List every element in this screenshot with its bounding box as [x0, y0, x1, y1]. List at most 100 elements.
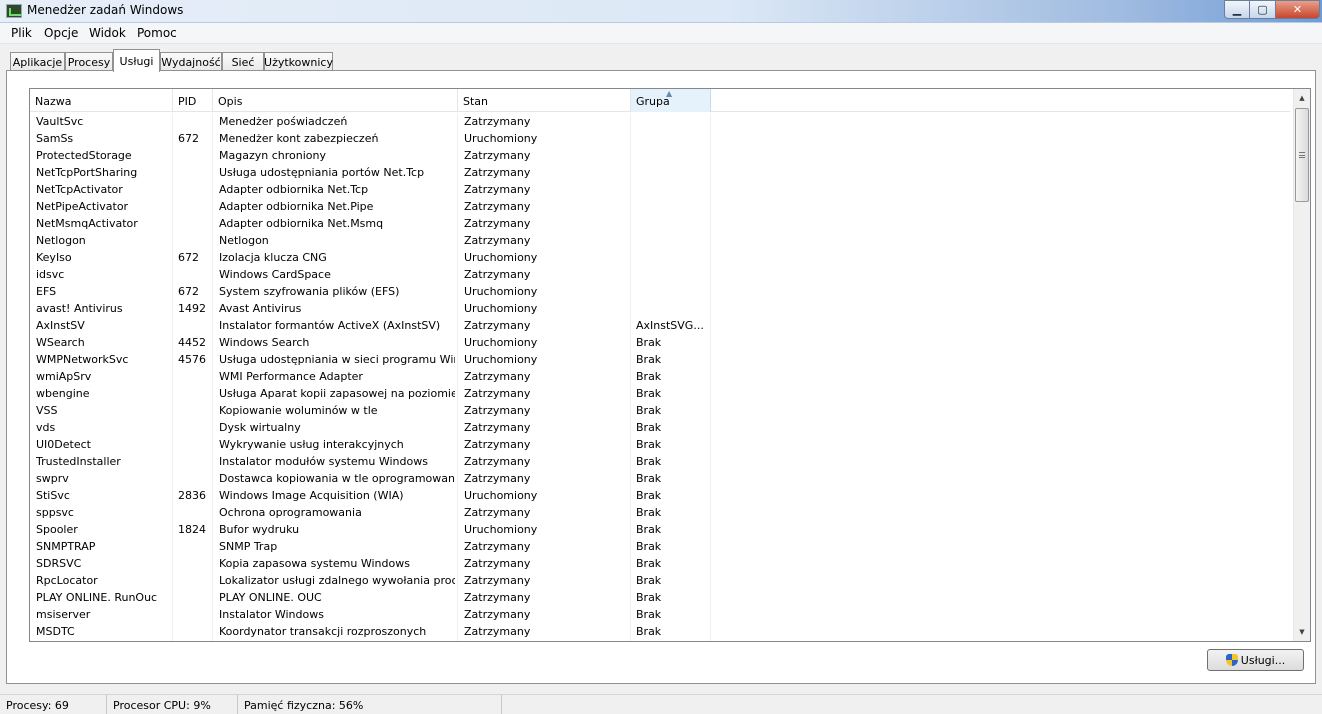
- services-list[interactable]: Nazwa PID Opis Stan ▲ Grupa VaultSvc Mene…: [29, 88, 1311, 642]
- table-row[interactable]: NetTcpActivator Adapter odbiornika Net.Tc…: [30, 181, 1290, 198]
- table-row[interactable]: VaultSvc Menedżer poświadczeń Zatrzymany: [30, 113, 1290, 130]
- cell-opis: Izolacja klucza CNG: [219, 251, 327, 264]
- cell-nazwa: SamSs: [36, 132, 74, 145]
- cell-stan: Zatrzymany: [464, 506, 531, 519]
- table-row[interactable]: AxInstSV Instalator formantów ActiveX (Ax…: [30, 317, 1290, 334]
- table-row[interactable]: PLAY ONLINE. RunOuc PLAY ONLINE. OUC Zatrz…: [30, 589, 1290, 606]
- table-row[interactable]: msiserver Instalator Windows Zatrzymany Bra…: [30, 606, 1290, 623]
- cell-opis: Usługa Aparat kopii zapasowej na poziomi…: [219, 387, 455, 400]
- table-row[interactable]: TrustedInstaller Instalator modułów syste…: [30, 453, 1290, 470]
- cell-nazwa: KeyIso: [36, 251, 72, 264]
- table-row[interactable]: KeyIso 672 Izolacja klucza CNG Uruchomiony: [30, 249, 1290, 266]
- status-cpu: Procesor CPU: 9%: [107, 695, 238, 714]
- table-row[interactable]: sppsvc Ochrona oprogramowania Zatrzymany Br…: [30, 504, 1290, 521]
- table-row[interactable]: VSS Kopiowanie woluminów w tle Zatrzymany B…: [30, 402, 1290, 419]
- cell-nazwa: wbengine: [36, 387, 90, 400]
- tab-uslugi[interactable]: Usługi: [113, 49, 160, 72]
- table-row[interactable]: SNMPTRAP SNMP Trap Zatrzymany Brak: [30, 538, 1290, 555]
- cell-stan: Zatrzymany: [464, 319, 531, 332]
- cell-opis: Bufor wydruku: [219, 523, 300, 536]
- maximize-button[interactable]: ▢: [1250, 0, 1276, 19]
- cell-grupa: Brak: [636, 421, 662, 434]
- menu-widok[interactable]: Widok: [89, 26, 126, 40]
- cell-stan: Zatrzymany: [464, 149, 531, 162]
- scroll-up-icon[interactable]: ▲: [1294, 90, 1310, 106]
- cell-nazwa: EFS: [36, 285, 57, 298]
- menu-opcje[interactable]: Opcje: [44, 26, 78, 40]
- column-header-stan[interactable]: Stan: [458, 89, 631, 112]
- sort-ascending-icon: ▲: [666, 89, 673, 98]
- cell-opis: Windows CardSpace: [219, 268, 331, 281]
- table-row[interactable]: WSearch 4452 Windows Search Uruchomiony Brak: [30, 334, 1290, 351]
- table-row[interactable]: WMPNetworkSvc 4576 Usługa udostępniania w …: [30, 351, 1290, 368]
- column-header-nazwa[interactable]: Nazwa: [30, 89, 173, 112]
- cell-pid: 672: [178, 285, 199, 298]
- cell-stan: Zatrzymany: [464, 200, 531, 213]
- services-button[interactable]: Usługi...: [1207, 649, 1304, 671]
- table-row[interactable]: ProtectedStorage Magazyn chroniony Zatrzym…: [30, 147, 1290, 164]
- cell-grupa: Brak: [636, 455, 662, 468]
- column-header-opis[interactable]: Opis: [213, 89, 458, 112]
- vertical-scrollbar[interactable]: ▲ ▼: [1293, 89, 1310, 641]
- cell-opis: Menedżer poświadczeń: [219, 115, 348, 128]
- task-manager-icon: [6, 4, 22, 18]
- tab-siec[interactable]: Sieć: [222, 52, 264, 71]
- status-memory: Pamięć fizyczna: 56%: [238, 695, 502, 714]
- table-row[interactable]: NetPipeActivator Adapter odbiornika Net.P…: [30, 198, 1290, 215]
- table-row[interactable]: MSDTC Koordynator transakcji rozproszonyc…: [30, 623, 1290, 640]
- table-row[interactable]: Netlogon Netlogon Zatrzymany: [30, 232, 1290, 249]
- cell-pid: 1492: [178, 302, 206, 315]
- table-row[interactable]: NetTcpPortSharing Usługa udostępniania po…: [30, 164, 1290, 181]
- table-row[interactable]: vds Dysk wirtualny Zatrzymany Brak: [30, 419, 1290, 436]
- tab-procesy[interactable]: Procesy: [65, 52, 113, 71]
- cell-grupa: Brak: [636, 370, 662, 383]
- cell-opis: Usługa udostępniania portów Net.Tcp: [219, 166, 425, 179]
- cell-nazwa: sppsvc: [36, 506, 74, 519]
- table-row[interactable]: StiSvc 2836 Windows Image Acquisition (WIA…: [30, 487, 1290, 504]
- cell-stan: Uruchomiony: [464, 523, 538, 536]
- menu-pomoc[interactable]: Pomoc: [137, 26, 177, 40]
- table-row[interactable]: RpcLocator Lokalizator usługi zdalnego wy…: [30, 572, 1290, 589]
- cell-stan: Zatrzymany: [464, 557, 531, 570]
- cell-opis: WMI Performance Adapter: [219, 370, 363, 383]
- tab-wydajnosc[interactable]: Wydajność: [160, 52, 222, 71]
- cell-grupa: Brak: [636, 540, 662, 553]
- cell-nazwa: UI0Detect: [36, 438, 91, 451]
- table-row[interactable]: UI0Detect Wykrywanie usług interakcyjnych…: [30, 436, 1290, 453]
- table-row[interactable]: Spooler 1824 Bufor wydruku Uruchomiony Brak: [30, 521, 1290, 538]
- cell-grupa: Brak: [636, 557, 662, 570]
- column-header-grupa[interactable]: ▲ Grupa: [631, 89, 711, 112]
- table-row[interactable]: wbengine Usługa Aparat kopii zapasowej na…: [30, 385, 1290, 402]
- tab-aplikacje[interactable]: Aplikacje: [10, 52, 65, 71]
- cell-grupa: Brak: [636, 591, 662, 604]
- column-header-pid[interactable]: PID: [173, 89, 213, 112]
- table-row[interactable]: SamSs 672 Menedżer kont zabezpieczeń Urucho…: [30, 130, 1290, 147]
- cell-stan: Zatrzymany: [464, 370, 531, 383]
- cell-nazwa: AxInstSV: [36, 319, 85, 332]
- window-controls: ▁ ▢ ✕: [1224, 0, 1320, 19]
- window-title: Menedżer zadań Windows: [27, 3, 184, 17]
- cell-opis: Koordynator transakcji rozproszonych: [219, 625, 427, 638]
- minimize-button[interactable]: ▁: [1224, 0, 1250, 19]
- table-row[interactable]: NetMsmqActivator Adapter odbiornika Net.M…: [30, 215, 1290, 232]
- table-row[interactable]: avast! Antivirus 1492 Avast Antivirus Uruch…: [30, 300, 1290, 317]
- cell-stan: Zatrzymany: [464, 217, 531, 230]
- table-row[interactable]: wmiApSrv WMI Performance Adapter Zatrzyman…: [30, 368, 1290, 385]
- cell-nazwa: PLAY ONLINE. RunOuc: [36, 591, 158, 604]
- tab-uzytkownicy[interactable]: Użytkownicy: [264, 52, 333, 71]
- cell-grupa: Brak: [636, 506, 662, 519]
- cell-stan: Uruchomiony: [464, 251, 538, 264]
- table-row[interactable]: idsvc Windows CardSpace Zatrzymany: [30, 266, 1290, 283]
- services-panel: Nazwa PID Opis Stan ▲ Grupa VaultSvc Mene…: [6, 70, 1316, 684]
- scroll-down-icon[interactable]: ▼: [1294, 624, 1310, 640]
- menu-plik[interactable]: Plik: [11, 26, 32, 40]
- table-row[interactable]: SDRSVC Kopia zapasowa systemu Windows Zatr…: [30, 555, 1290, 572]
- cell-pid: 1824: [178, 523, 206, 536]
- cell-nazwa: NetTcpActivator: [36, 183, 123, 196]
- cell-opis: Dysk wirtualny: [219, 421, 301, 434]
- close-button[interactable]: ✕: [1276, 0, 1320, 19]
- table-row[interactable]: swprv Dostawca kopiowania w tle oprogramo…: [30, 470, 1290, 487]
- table-row[interactable]: EFS 672 System szyfrowania plików (EFS) Uru…: [30, 283, 1290, 300]
- status-processes: Procesy: 69: [0, 695, 107, 714]
- scrollbar-thumb[interactable]: [1295, 108, 1309, 202]
